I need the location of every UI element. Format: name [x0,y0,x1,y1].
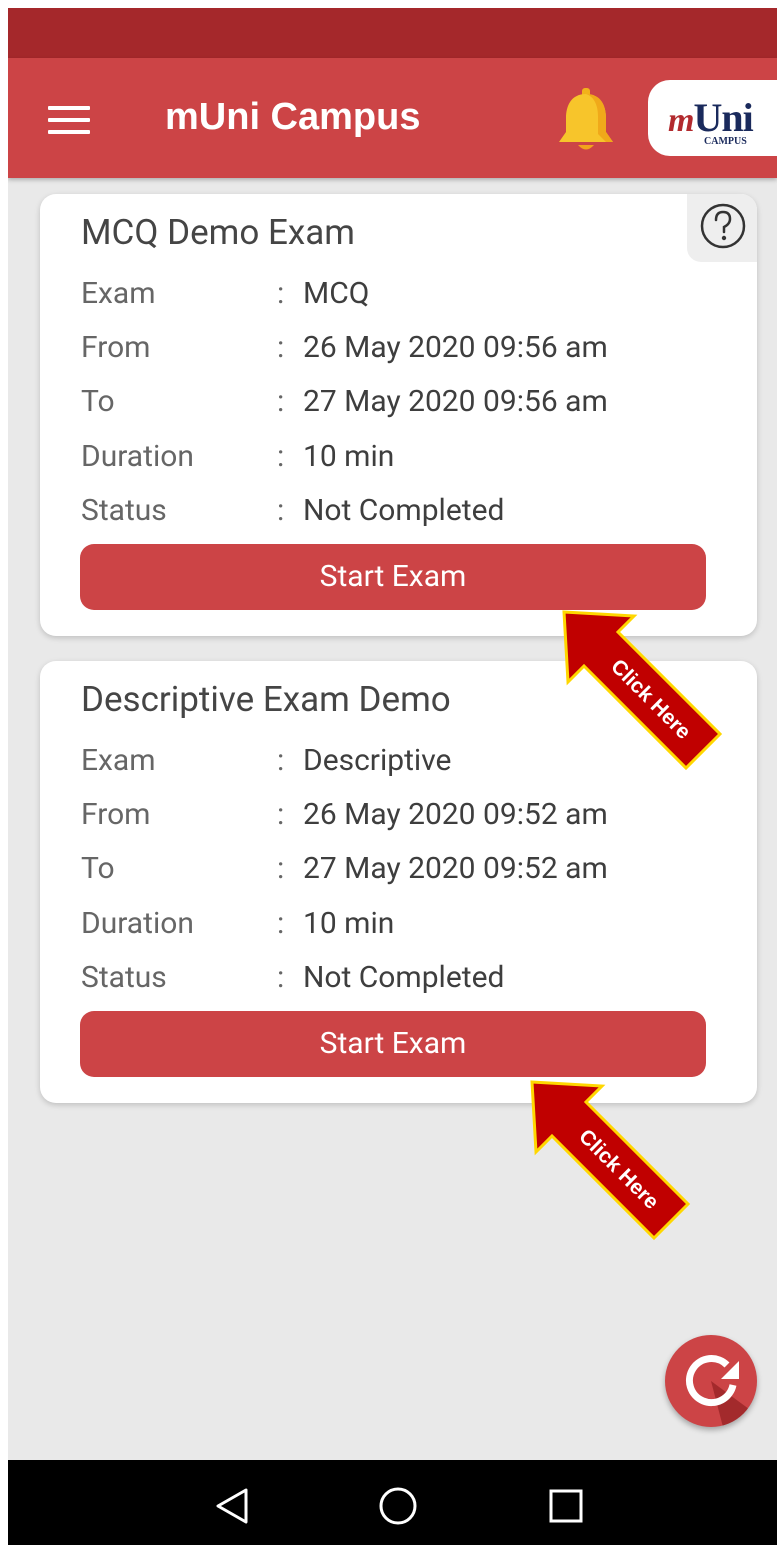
recents-icon[interactable] [546,1486,586,1526]
logo-mark: mUni [668,95,754,140]
bell-icon[interactable] [553,86,619,156]
back-icon[interactable] [212,1486,252,1526]
logo-subtitle: CAMPUS [704,136,747,147]
menu-icon[interactable] [48,106,90,134]
exam-duration-row: Duration:10 min [81,906,395,941]
refresh-icon [685,1355,757,1427]
app-title: mUni Campus [165,96,421,138]
exam-type-row: Exam: Descriptive [81,743,452,778]
click-here-callout-arrow: Click Here [530,1080,691,1241]
exam-status-row: Status: Not Completed [81,493,505,528]
help-icon[interactable] [687,194,757,262]
exam-from-row: From:26 May 2020 09:52 am [81,797,608,832]
app-screen: mUni Campus mUni CAMPUS MCQ Demo Exam Ex… [8,8,777,1545]
question-circle-icon [700,203,746,249]
exam-duration-row: Duration:10 min [81,439,395,474]
exam-from-row: From:26 May 2020 09:56 am [81,330,608,365]
exam-status-row: Status: Not Completed [81,960,505,995]
exam-title: MCQ Demo Exam [81,212,355,253]
exam-to-row: To:27 May 2020 09:52 am [81,851,608,886]
app-bar: mUni Campus mUni CAMPUS [8,58,777,178]
start-exam-button[interactable]: Start Exam [80,544,706,610]
home-icon[interactable] [378,1486,418,1526]
click-here-callout-arrow: Click Here [562,610,723,771]
exam-title: Descriptive Exam Demo [81,679,451,720]
exam-to-row: To:27 May 2020 09:56 am [81,384,608,419]
system-navigation-bar [8,1460,777,1545]
refresh-button[interactable] [665,1335,757,1427]
status-bar [8,8,777,58]
exam-card: MCQ Demo Exam Exam: MCQ From:26 May 2020 … [40,194,757,636]
exam-type-row: Exam: MCQ [81,276,370,311]
start-exam-button[interactable]: Start Exam [80,1011,706,1077]
brand-logo: mUni CAMPUS [648,80,777,156]
